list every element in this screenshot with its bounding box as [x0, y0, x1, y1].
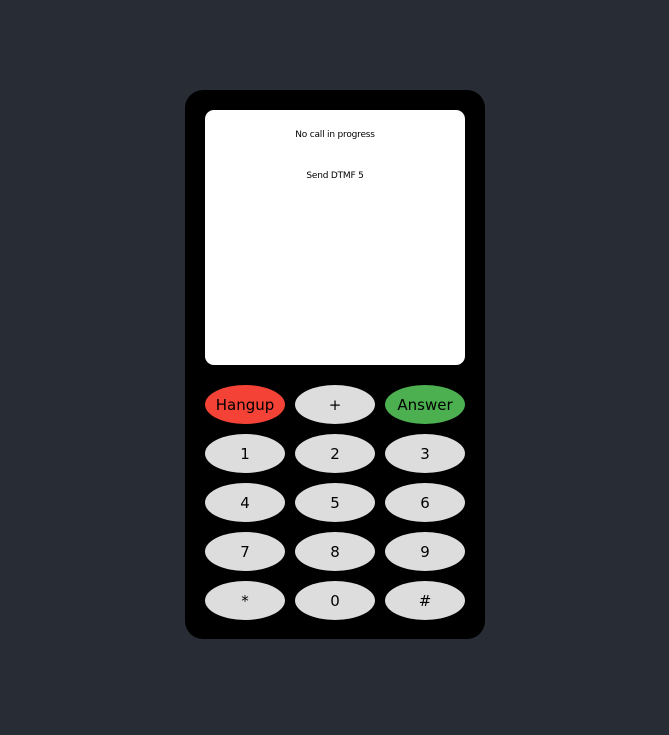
phone-body: No call in progress Send DTMF 5 Hangup +…	[185, 90, 485, 639]
keypad: Hangup + Answer 1 2 3 4 5 6 7 8 9 * 0 #	[205, 385, 465, 620]
key-8[interactable]: 8	[295, 532, 375, 571]
key-6[interactable]: 6	[385, 483, 465, 522]
key-7[interactable]: 7	[205, 532, 285, 571]
key-3[interactable]: 3	[385, 434, 465, 473]
key-4[interactable]: 4	[205, 483, 285, 522]
hangup-button[interactable]: Hangup	[205, 385, 285, 424]
key-1[interactable]: 1	[205, 434, 285, 473]
key-hash[interactable]: #	[385, 581, 465, 620]
key-2[interactable]: 2	[295, 434, 375, 473]
last-action-text: Send DTMF 5	[306, 171, 364, 181]
plus-key[interactable]: +	[295, 385, 375, 424]
key-9[interactable]: 9	[385, 532, 465, 571]
key-5[interactable]: 5	[295, 483, 375, 522]
phone-screen: No call in progress Send DTMF 5	[205, 110, 465, 365]
key-star[interactable]: *	[205, 581, 285, 620]
answer-button[interactable]: Answer	[385, 385, 465, 424]
key-0[interactable]: 0	[295, 581, 375, 620]
call-status-text: No call in progress	[295, 130, 375, 140]
